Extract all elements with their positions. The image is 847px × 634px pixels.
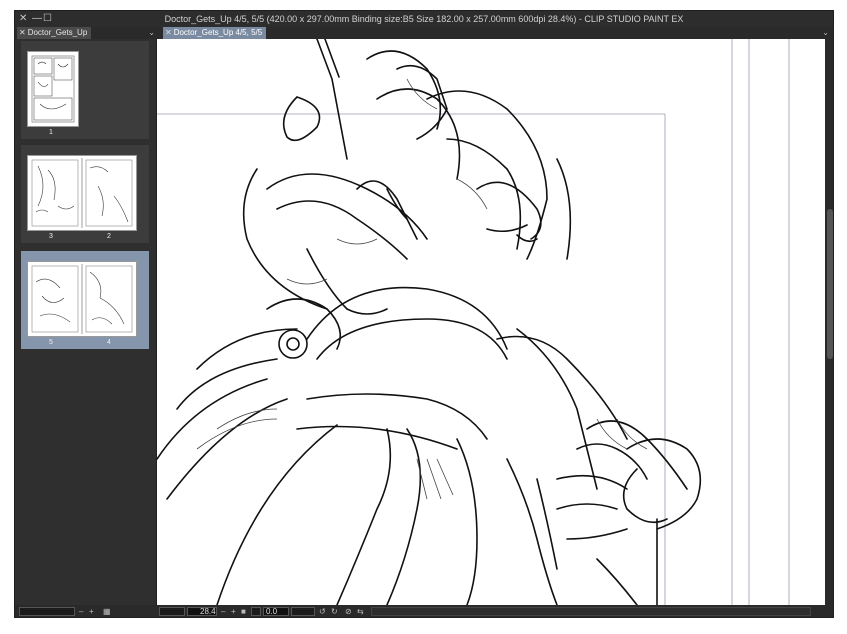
page-number: 1 <box>49 129 53 136</box>
zoom-value: 28.4 <box>200 607 216 616</box>
clip-studio-window: ✕ — ☐ Doctor_Gets_Up 4/5, 5/5 (420.00 x … <box>14 10 834 618</box>
vertical-scrollbar[interactable] <box>825 39 833 605</box>
fit-view-icon[interactable]: ■ <box>241 606 246 617</box>
rotation-slider[interactable] <box>291 607 315 616</box>
horizontal-scrollbar[interactable] <box>371 607 811 616</box>
page-manager-panel: 1 3 2 5 4 <box>15 39 157 605</box>
window-title: Doctor_Gets_Up 4/5, 5/5 (420.00 x 297.00… <box>164 14 684 24</box>
drawing-canvas[interactable] <box>157 39 825 605</box>
title-bar: ✕ — ☐ Doctor_Gets_Up 4/5, 5/5 (420.00 x … <box>15 11 833 27</box>
page-manager-tabbar: ✕ Doctor_Gets_Up ⌄ <box>15 27 157 39</box>
chevron-down-icon[interactable]: ⌄ <box>148 27 155 39</box>
zoom-in-thumbnail-button[interactable]: + <box>89 606 94 617</box>
tab-doctor-gets-up-4-5[interactable]: ✕ Doctor_Gets_Up 4/5, 5/5 <box>163 27 267 39</box>
zoom-out-thumbnail-button[interactable]: – <box>79 606 83 617</box>
page-number-right: 2 <box>107 233 111 240</box>
spread-sketch <box>31 158 133 228</box>
flip-horizontal-icon[interactable]: ⇆ <box>357 606 364 617</box>
chevron-down-icon[interactable]: ⌄ <box>822 27 829 39</box>
canvas-tabbar: ✕ Doctor_Gets_Up 4/5, 5/5 ⌄ <box>157 27 833 39</box>
page-number-right: 4 <box>107 339 111 346</box>
tab-doctor-gets-up[interactable]: ✕ Doctor_Gets_Up <box>17 27 92 39</box>
close-tab-icon[interactable]: ✕ <box>165 28 172 37</box>
rotate-right-icon[interactable]: ↻ <box>331 606 338 617</box>
page-thumbnail-2-3[interactable]: 3 2 <box>21 145 149 243</box>
rotation-track[interactable] <box>251 607 261 616</box>
page-number-left: 3 <box>49 233 53 240</box>
rotation-field[interactable]: 0.0 <box>263 607 289 616</box>
grid-icon[interactable]: ▦ <box>103 606 111 617</box>
page-thumbnail-1[interactable]: 1 <box>21 41 149 139</box>
zoom-out-button[interactable]: – <box>221 606 225 617</box>
spread-preview <box>27 261 137 337</box>
page-thumbnail-4-5[interactable]: 5 4 <box>21 251 149 349</box>
tab-label: Doctor_Gets_Up <box>27 28 88 37</box>
zoom-track[interactable] <box>159 607 185 616</box>
scrollbar-thumb[interactable] <box>827 209 833 359</box>
close-tab-icon[interactable]: ✕ <box>19 28 26 37</box>
rotation-value: 0.0 <box>266 607 278 616</box>
thumbnail-size-slider[interactable] <box>19 607 75 616</box>
page-sketch <box>31 55 75 123</box>
rotate-left-icon[interactable]: ↺ <box>319 606 326 617</box>
sketch-artwork <box>157 39 790 605</box>
reset-rotation-icon[interactable]: ⊘ <box>345 606 352 617</box>
zoom-in-button[interactable]: + <box>231 606 236 617</box>
spread-preview <box>27 155 137 231</box>
spread-sketch <box>31 264 133 334</box>
status-bar: – + ▦ 28.4 – + ■ 0.0 ↺ ↻ ⊘ ⇆ <box>15 605 833 617</box>
tab-label: Doctor_Gets_Up 4/5, 5/5 <box>173 28 263 37</box>
page-preview <box>27 51 79 127</box>
page-number-left: 5 <box>49 339 53 346</box>
zoom-field[interactable]: 28.4 <box>187 607 217 616</box>
